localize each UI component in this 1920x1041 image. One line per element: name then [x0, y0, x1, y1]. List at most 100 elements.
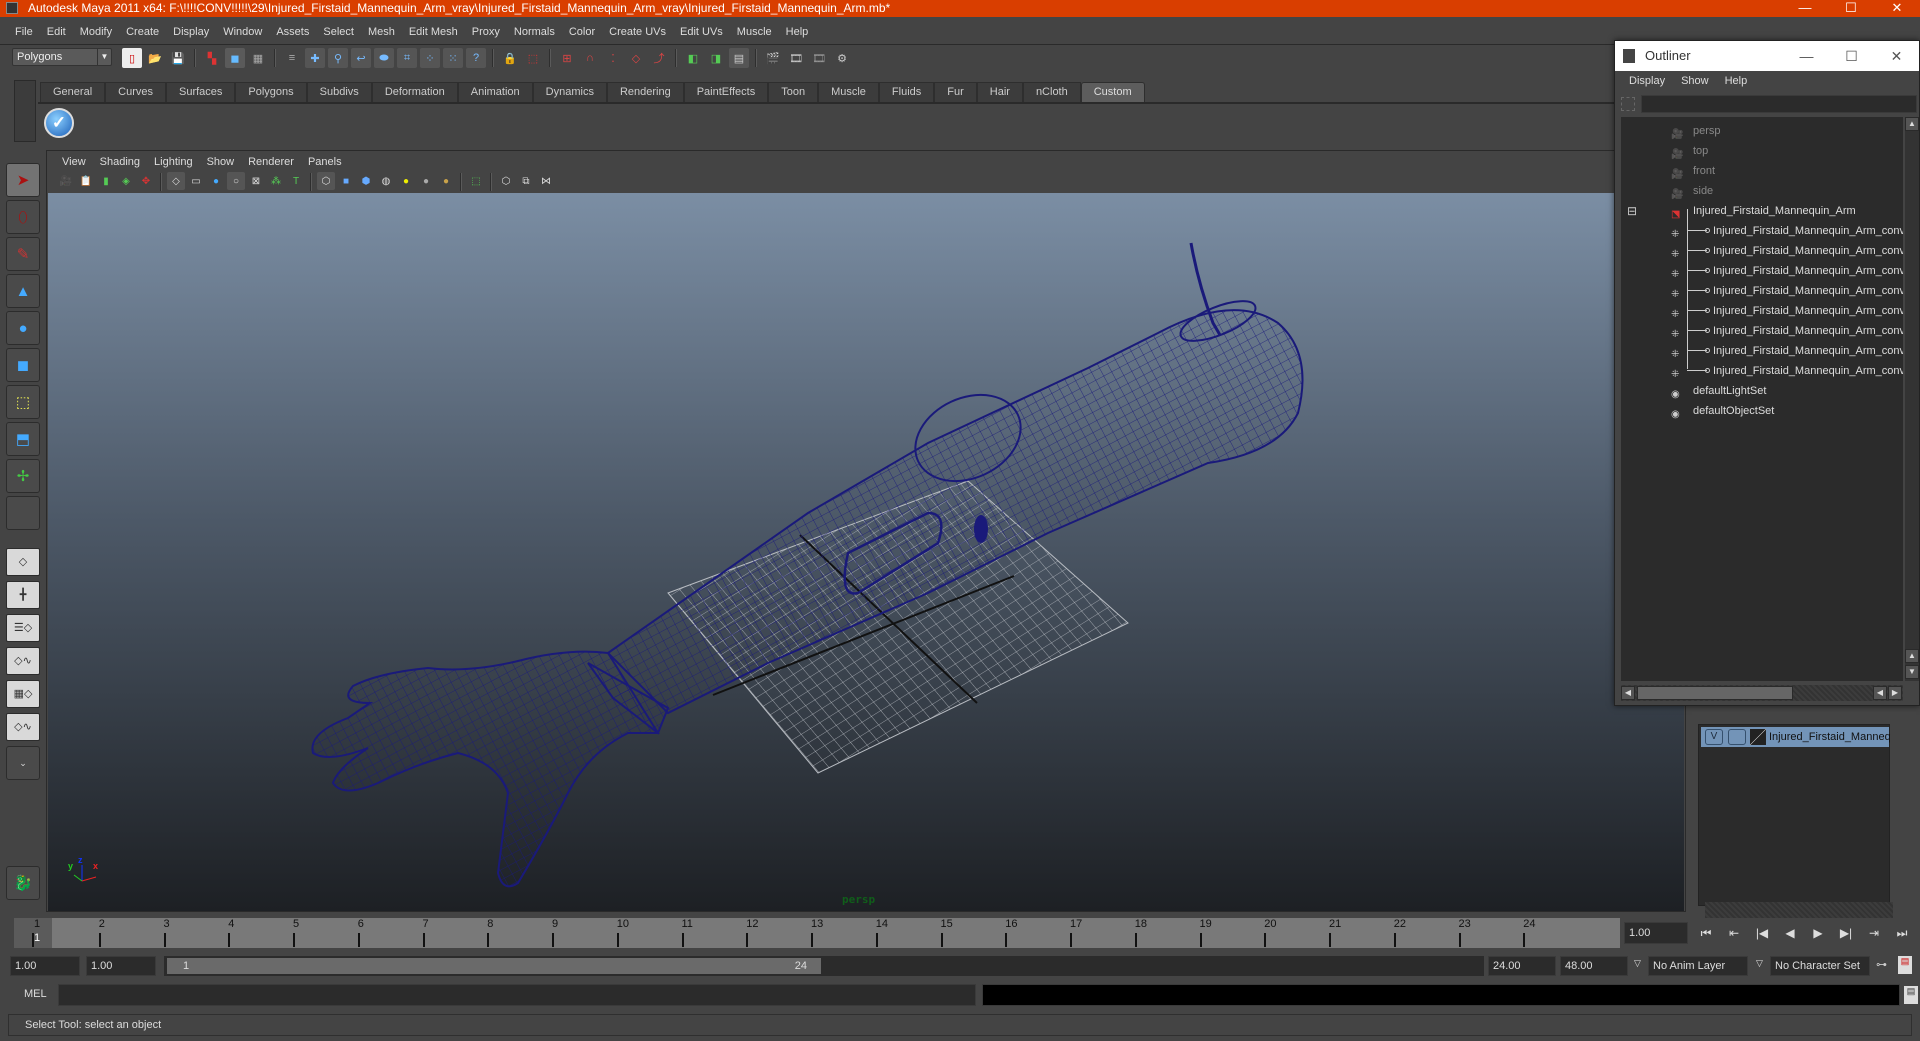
playback-start-field[interactable]: 1.00 [86, 956, 156, 976]
xray-components-icon[interactable]: ⋈ [537, 172, 555, 190]
snap-point-icon[interactable]: ⁚ [603, 48, 623, 68]
select-tool-icon[interactable]: ➤ [6, 163, 40, 197]
menu-muscle[interactable]: Muscle [730, 22, 779, 42]
safe-action-icon[interactable]: ⁂ [267, 172, 285, 190]
use-all-lights-icon[interactable]: ● [397, 172, 415, 190]
layout-hypershade-persp-icon[interactable]: ▦◇ [6, 680, 40, 708]
auto-key-icon[interactable]: ⊶ [1876, 958, 1887, 971]
lasso-tool-icon[interactable]: ⬯ [6, 200, 40, 234]
minimize-button[interactable]: — [1782, 0, 1828, 16]
layer-playback-toggle[interactable] [1728, 729, 1746, 745]
shelf-tab-custom[interactable]: Custom [1080, 82, 1145, 102]
outliner-item[interactable]: ⁜ Injured_Firstaid_Mannequin_Arm_conve [1621, 361, 1903, 381]
grid-toggle-icon[interactable]: ◇ [167, 172, 185, 190]
layer-color-swatch[interactable] [1750, 729, 1766, 745]
step-forward-frame-button[interactable]: ▶| [1834, 922, 1858, 944]
render-settings-icon[interactable]: ⚙ [832, 48, 852, 68]
scroll-left-button-2[interactable]: ◀ [1873, 686, 1887, 700]
select-component-icon[interactable]: ▦ [248, 48, 268, 68]
outliner-item[interactable]: ⁜ Injured_Firstaid_Mannequin_Arm_conve [1621, 281, 1903, 301]
play-backwards-button[interactable]: ◀ [1778, 922, 1802, 944]
field-chart-icon[interactable]: ⊠ [247, 172, 265, 190]
layout-four-view-icon[interactable]: ╋ [6, 581, 40, 609]
select-misc-icon[interactable]: ? [466, 48, 486, 68]
outliner-filter-input[interactable] [1641, 95, 1917, 113]
highlight-selection-icon[interactable]: ⬚ [523, 48, 543, 68]
outliner-title-bar[interactable]: Outliner — ☐ ✕ [1615, 41, 1919, 71]
outliner-item[interactable]: ◉ defaultObjectSet [1621, 401, 1903, 421]
panel-menu-shading[interactable]: Shading [93, 153, 147, 171]
select-camera-icon[interactable]: 🎥 [57, 172, 75, 190]
show-manipulator-icon[interactable]: ✢ [6, 459, 40, 493]
two-d-pan-zoom-icon[interactable]: ✥ [137, 172, 155, 190]
outliner-item[interactable]: 🎥 persp [1621, 121, 1903, 141]
menu-select[interactable]: Select [316, 22, 361, 42]
menu-modify[interactable]: Modify [73, 22, 119, 42]
mel-language-toggle[interactable]: MEL [24, 988, 47, 1000]
checkmark-shelf-icon[interactable]: ✓ [44, 108, 74, 138]
anim-layer-chevron-icon[interactable]: ▽ [1634, 958, 1641, 969]
shelf-tab-fur[interactable]: Fur [934, 82, 977, 102]
outliner-item[interactable]: ⁜ Injured_Firstaid_Mannequin_Arm_conve [1621, 341, 1903, 361]
current-time-field[interactable]: 1.00 [1624, 922, 1688, 944]
range-slider-handle[interactable]: 1 24 [167, 958, 821, 974]
layout-single-perspective-icon[interactable]: ◇ [6, 548, 40, 576]
menu-create[interactable]: Create [119, 22, 166, 42]
outliner-item[interactable]: 🎥 front [1621, 161, 1903, 181]
last-tool-slot[interactable] [6, 496, 40, 530]
shelf-tab-painteffects[interactable]: PaintEffects [683, 82, 769, 102]
shelf-tab-surfaces[interactable]: Surfaces [165, 82, 236, 102]
range-slider[interactable]: 1 24 [164, 956, 1484, 976]
go-to-start-button[interactable]: ⏮ [1694, 922, 1718, 944]
horizontal-scroll-thumb[interactable] [1637, 686, 1793, 700]
menu-mesh[interactable]: Mesh [361, 22, 402, 42]
shelf-tab-deformation[interactable]: Deformation [371, 82, 458, 102]
textured-icon[interactable]: ◍ [377, 172, 395, 190]
safe-title-icon[interactable]: T [287, 172, 305, 190]
arm-wireframe-model[interactable] [48, 193, 1684, 911]
anim-layer-dropdown[interactable]: No Anim Layer [1648, 956, 1748, 976]
shelf-tab-subdivs[interactable]: Subdivs [306, 82, 372, 102]
menu-help[interactable]: Help [779, 22, 816, 42]
outliner-item[interactable]: ⁜ Injured_Firstaid_Mannequin_Arm_conve [1621, 321, 1903, 341]
scale-tool-icon[interactable]: ◼ [6, 348, 40, 382]
menu-edit[interactable]: Edit [40, 22, 73, 42]
film-gate-icon[interactable]: ▭ [187, 172, 205, 190]
select-object-icon[interactable]: ◼ [225, 48, 245, 68]
shelf-tab-toon[interactable]: Toon [768, 82, 819, 102]
shadows-icon[interactable]: ● [417, 172, 435, 190]
step-forward-key-button[interactable]: ⇥ [1862, 922, 1886, 944]
more-layouts-icon[interactable]: ⌄ [6, 746, 40, 780]
open-scene-icon[interactable]: 📂 [145, 48, 165, 68]
layout-persp-trax-graph-icon[interactable]: ◇∿ [6, 713, 40, 741]
move-tool-icon[interactable]: ▲ [6, 274, 40, 308]
outliner-maximize-button[interactable]: ☐ [1829, 41, 1874, 71]
select-rendering-icon[interactable]: ⁙ [443, 48, 463, 68]
render-frame-icon[interactable]: 🎞 [786, 48, 806, 68]
end-time-field[interactable]: 48.00 [1560, 956, 1628, 976]
shelf-menu-handle[interactable] [14, 80, 36, 142]
outliner-vertical-scrollbar[interactable]: ▲ ▲ ▼ [1905, 117, 1919, 681]
layout-persp-graph-icon[interactable]: ◇∿ [6, 647, 40, 675]
menu-set-dropdown[interactable]: Polygons ▼ [12, 48, 112, 66]
panel-menu-panels[interactable]: Panels [301, 153, 349, 171]
resolution-gate-icon[interactable]: ● [207, 172, 225, 190]
menu-display[interactable]: Display [166, 22, 216, 42]
wireframe-on-shaded-icon[interactable]: ⬢ [357, 172, 375, 190]
shelf-tab-hair[interactable]: Hair [976, 82, 1023, 102]
select-dynamics-icon[interactable]: ⁘ [420, 48, 440, 68]
close-button[interactable]: ✕ [1874, 0, 1920, 16]
character-set-dropdown[interactable]: No Character Set [1770, 956, 1870, 976]
save-scene-icon[interactable]: 💾 [168, 48, 188, 68]
high-quality-icon[interactable]: ● [437, 172, 455, 190]
scroll-left-button[interactable]: ◀ [1621, 686, 1635, 700]
snap-curve-icon[interactable]: ∩ [580, 48, 600, 68]
panel-menu-renderer[interactable]: Renderer [241, 153, 301, 171]
outliner-item[interactable]: ⁜ Injured_Firstaid_Mannequin_Arm_conve [1621, 221, 1903, 241]
paint-select-tool-icon[interactable]: ✎ [6, 237, 40, 271]
shelf-tab-muscle[interactable]: Muscle [818, 82, 879, 102]
scroll-right-button[interactable]: ▶ [1888, 686, 1902, 700]
step-back-key-button[interactable]: ⇤ [1722, 922, 1746, 944]
shelf-tab-dynamics[interactable]: Dynamics [532, 82, 607, 102]
collapse-toggle-icon[interactable]: ⊟ [1627, 201, 1637, 221]
